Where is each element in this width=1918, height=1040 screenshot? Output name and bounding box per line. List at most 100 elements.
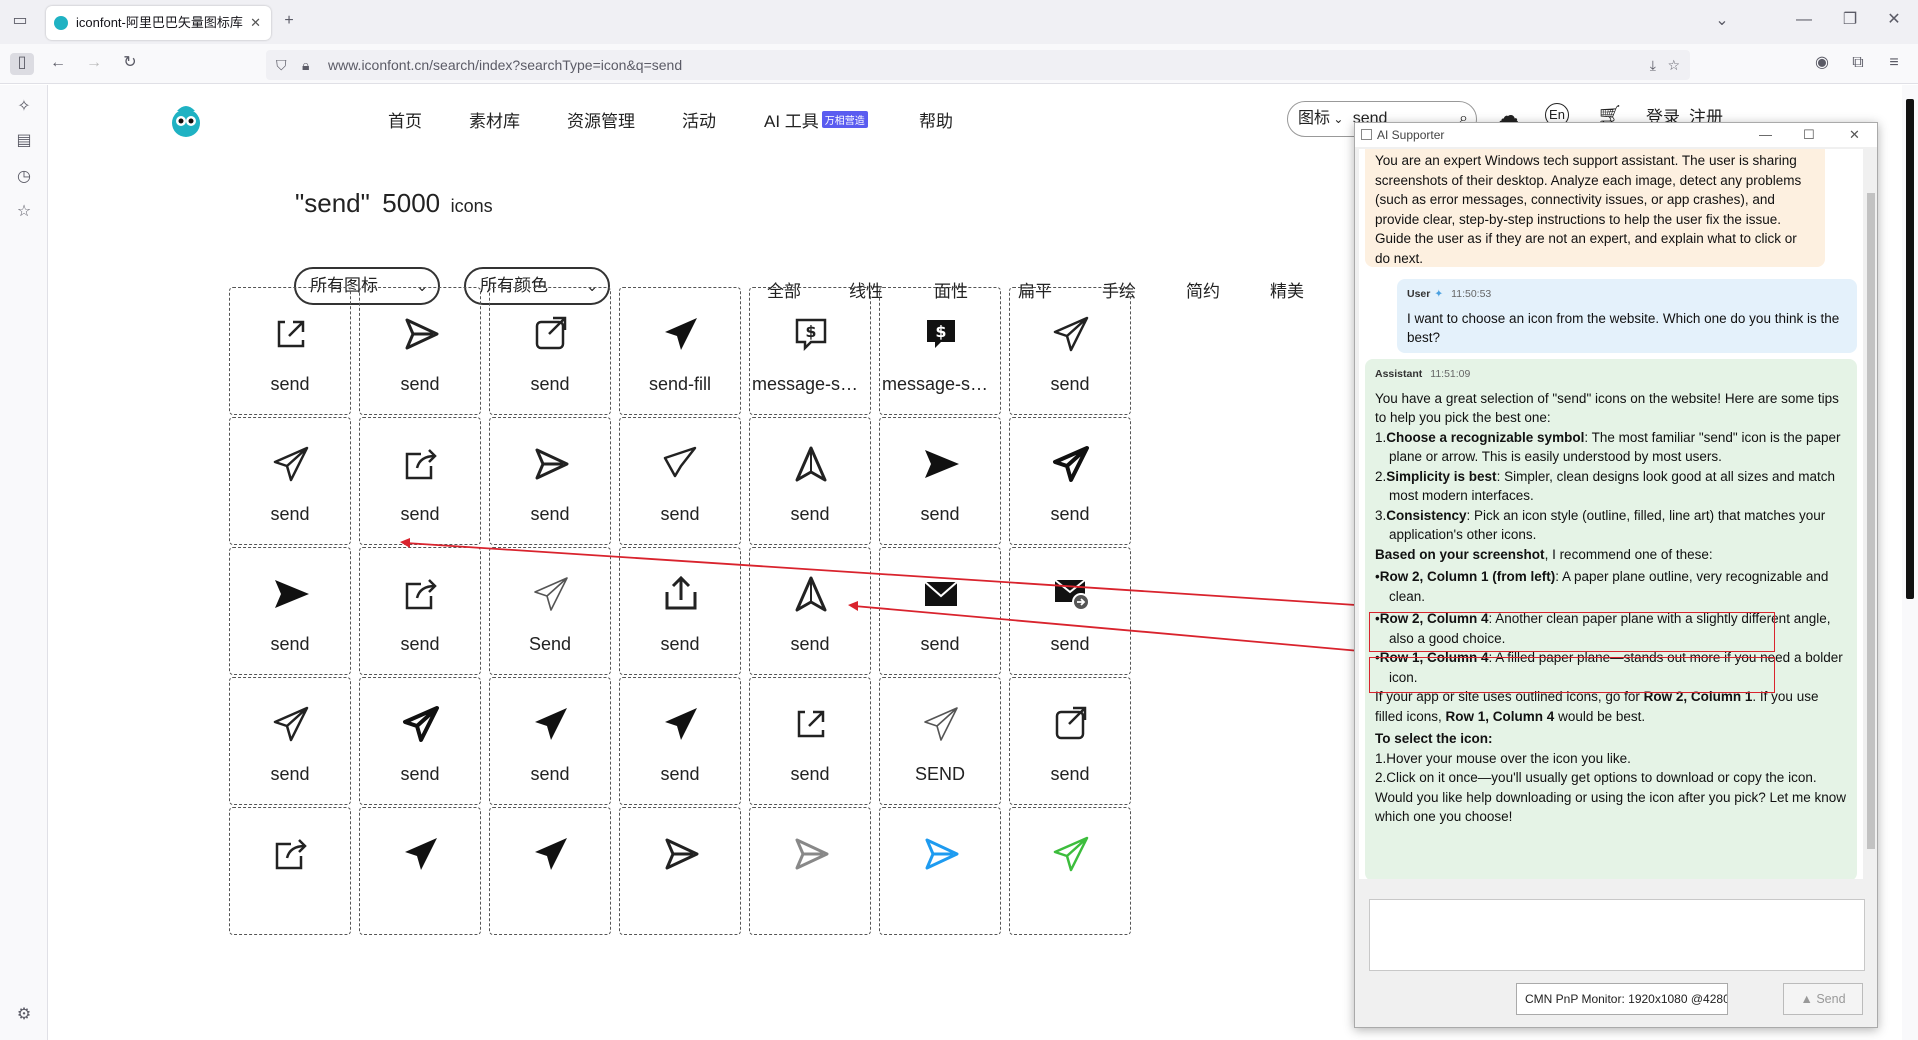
icon-card-r4-c6[interactable]: SEND (879, 677, 1001, 805)
reload-icon[interactable]: ↻ (118, 53, 142, 75)
icon-card-r2-c2[interactable]: send (359, 417, 481, 545)
icon-card-r4-c3[interactable]: send (489, 677, 611, 805)
icon-card-r1-c5[interactable]: $ message-sen... (749, 287, 871, 415)
icon-card-r5-c7[interactable] (1009, 807, 1131, 935)
new-tab-icon[interactable]: + (277, 11, 301, 33)
send-icon: ▲ (1800, 992, 1817, 1006)
minimize-icon[interactable]: — (1792, 10, 1816, 32)
icon-card-r3-c2[interactable]: send (359, 547, 481, 675)
nav-home[interactable]: 首页 (388, 107, 422, 132)
share-box-icon (275, 839, 307, 870)
forward-icon[interactable]: → (82, 53, 106, 75)
filter-fine[interactable]: 精美 (1270, 277, 1304, 302)
bookmark-star-icon[interactable]: ☆ (1667, 50, 1680, 80)
tip-1: 1.Choose a recognizable symbol: The most… (1375, 429, 1841, 465)
icon-card-r3-c5[interactable]: send (749, 547, 871, 675)
history-icon[interactable]: ◷ (12, 167, 36, 189)
icon-card-r4-c4[interactable]: send (619, 677, 741, 805)
menu-icon[interactable]: ≡ (1882, 53, 1906, 75)
chat-scroll-thumb[interactable] (1867, 193, 1875, 849)
settings-gear-icon[interactable]: ⚙ (12, 1005, 36, 1027)
nav-activity[interactable]: 活动 (682, 107, 716, 132)
monitor-select[interactable]: CMN PnP Monitor: 1920x1080 @4280,444 (1516, 983, 1728, 1015)
nav-library[interactable]: 素材库 (469, 107, 520, 132)
message-input[interactable] (1369, 899, 1865, 971)
search-type-select[interactable]: 图标 (1298, 110, 1330, 127)
icon-card-r5-c2[interactable] (359, 807, 481, 935)
paper-plane-filled-icon (665, 708, 697, 740)
page-scroll-thumb[interactable] (1906, 99, 1914, 599)
back-icon[interactable]: ← (46, 53, 70, 75)
highlight-rec-1 (1369, 612, 1775, 652)
sparkle-icon: ✦ (1434, 288, 1444, 300)
icon-card-r5-c5[interactable] (749, 807, 871, 935)
icon-card-r3-c6[interactable]: send (879, 547, 1001, 675)
send-button[interactable]: ▲ Send (1783, 983, 1863, 1015)
icon-card-r2-c1[interactable]: send (229, 417, 351, 545)
icon-card-label: message-sen... (882, 374, 1000, 394)
icon-card-r4-c7[interactable]: send (1009, 677, 1131, 805)
ai-titlebar[interactable]: AI Supporter — ☐ ✕ (1355, 123, 1877, 147)
icon-card-r1-c2[interactable]: send (359, 287, 481, 415)
paper-plane-outline-icon (273, 446, 309, 482)
icon-card-r3-c7[interactable]: send (1009, 547, 1131, 675)
paper-plane-filled-icon (535, 838, 567, 870)
icon-card-r4-c1[interactable]: send (229, 677, 351, 805)
icon-card-r2-c3[interactable]: send (489, 417, 611, 545)
icon-card-r4-c5[interactable]: send (749, 677, 871, 805)
url-bar[interactable]: ⛉ 🔒︎ www.iconfont.cn/search/index?search… (266, 50, 1690, 80)
icon-card-r1-c6[interactable]: $ message-sen... (879, 287, 1001, 415)
icon-card-r1-c1[interactable]: send (229, 287, 351, 415)
filter-simple[interactable]: 简约 (1186, 277, 1220, 302)
nav-ai-tools[interactable]: AI 工具 万相营造 (764, 107, 868, 132)
icon-card-r1-c3[interactable]: send (489, 287, 611, 415)
minimize-icon[interactable]: — (1759, 123, 1772, 147)
nav-help[interactable]: 帮助 (919, 107, 953, 132)
icon-card-r5-c3[interactable] (489, 807, 611, 935)
close-tab-icon[interactable]: ✕ (250, 6, 261, 40)
app-icon (1361, 129, 1372, 140)
step-2: 2.Click on it once—you'll usually get op… (1375, 770, 1817, 785)
icon-card-r3-c3[interactable]: Send (489, 547, 611, 675)
synced-tabs-icon[interactable]: ▤ (12, 131, 36, 153)
maximize-icon[interactable]: ☐ (1803, 123, 1815, 147)
account-icon[interactable]: ◉ (1810, 53, 1834, 75)
nav-ai-tools-label: AI 工具 (764, 112, 819, 131)
close-icon[interactable]: ✕ (1849, 123, 1860, 147)
based-on-line: Based on your screenshot, I recommend on… (1375, 546, 1713, 562)
icon-card-r2-c5[interactable]: send (749, 417, 871, 545)
browser-tab[interactable]: iconfont-阿里巴巴矢量图标库 ✕ (46, 6, 271, 40)
restore-icon[interactable]: ❐ (1838, 10, 1862, 32)
result-unit: icons (450, 196, 493, 216)
icon-card-r5-c1[interactable] (229, 807, 351, 935)
sidebar-toggle-icon[interactable]: ▯ (10, 53, 34, 75)
tab-list-icon[interactable]: ▭ (8, 11, 32, 33)
external-link-square-icon (797, 710, 825, 738)
icon-card-r5-c6[interactable] (879, 807, 1001, 935)
icon-card-r2-c4[interactable]: send (619, 417, 741, 545)
chat-history[interactable]: You are an expert Windows tech support a… (1359, 149, 1863, 879)
assistant-intro: You have a great selection of "send" ico… (1375, 390, 1839, 426)
icon-card-r3-c1[interactable]: send (229, 547, 351, 675)
install-icon[interactable]: ⤓ (1650, 50, 1656, 80)
icon-card-r1-c4[interactable]: send-fill (619, 287, 741, 415)
iconfont-logo-icon[interactable] (167, 101, 205, 139)
icon-card-r5-c4[interactable] (619, 807, 741, 935)
message-dollar-filled-icon: $ (927, 320, 955, 348)
paper-plane-bold-icon (403, 706, 439, 742)
bookmarks-icon[interactable]: ☆ (12, 202, 36, 224)
nav-resources[interactable]: 资源管理 (567, 107, 635, 132)
chevron-down-icon[interactable]: ⌄ (1710, 11, 1734, 33)
page-scrollbar[interactable] (1902, 85, 1918, 1040)
icon-card-r2-c6[interactable]: send (879, 417, 1001, 545)
icon-card-r4-c2[interactable]: send (359, 677, 481, 805)
icon-card-label: send (270, 504, 310, 524)
ai-chatbot-icon[interactable]: ✧ (12, 97, 36, 119)
icon-card-r3-c4[interactable]: send (619, 547, 741, 675)
extensions-icon[interactable]: ⧉ (1846, 53, 1870, 75)
close-window-icon[interactable]: ✕ (1882, 10, 1906, 32)
url-text: www.iconfont.cn/search/index?searchType=… (328, 57, 683, 73)
icon-card-label: send (400, 374, 440, 394)
icon-card-r1-c7[interactable]: send (1009, 287, 1131, 415)
icon-card-r2-c7[interactable]: send (1009, 417, 1131, 545)
